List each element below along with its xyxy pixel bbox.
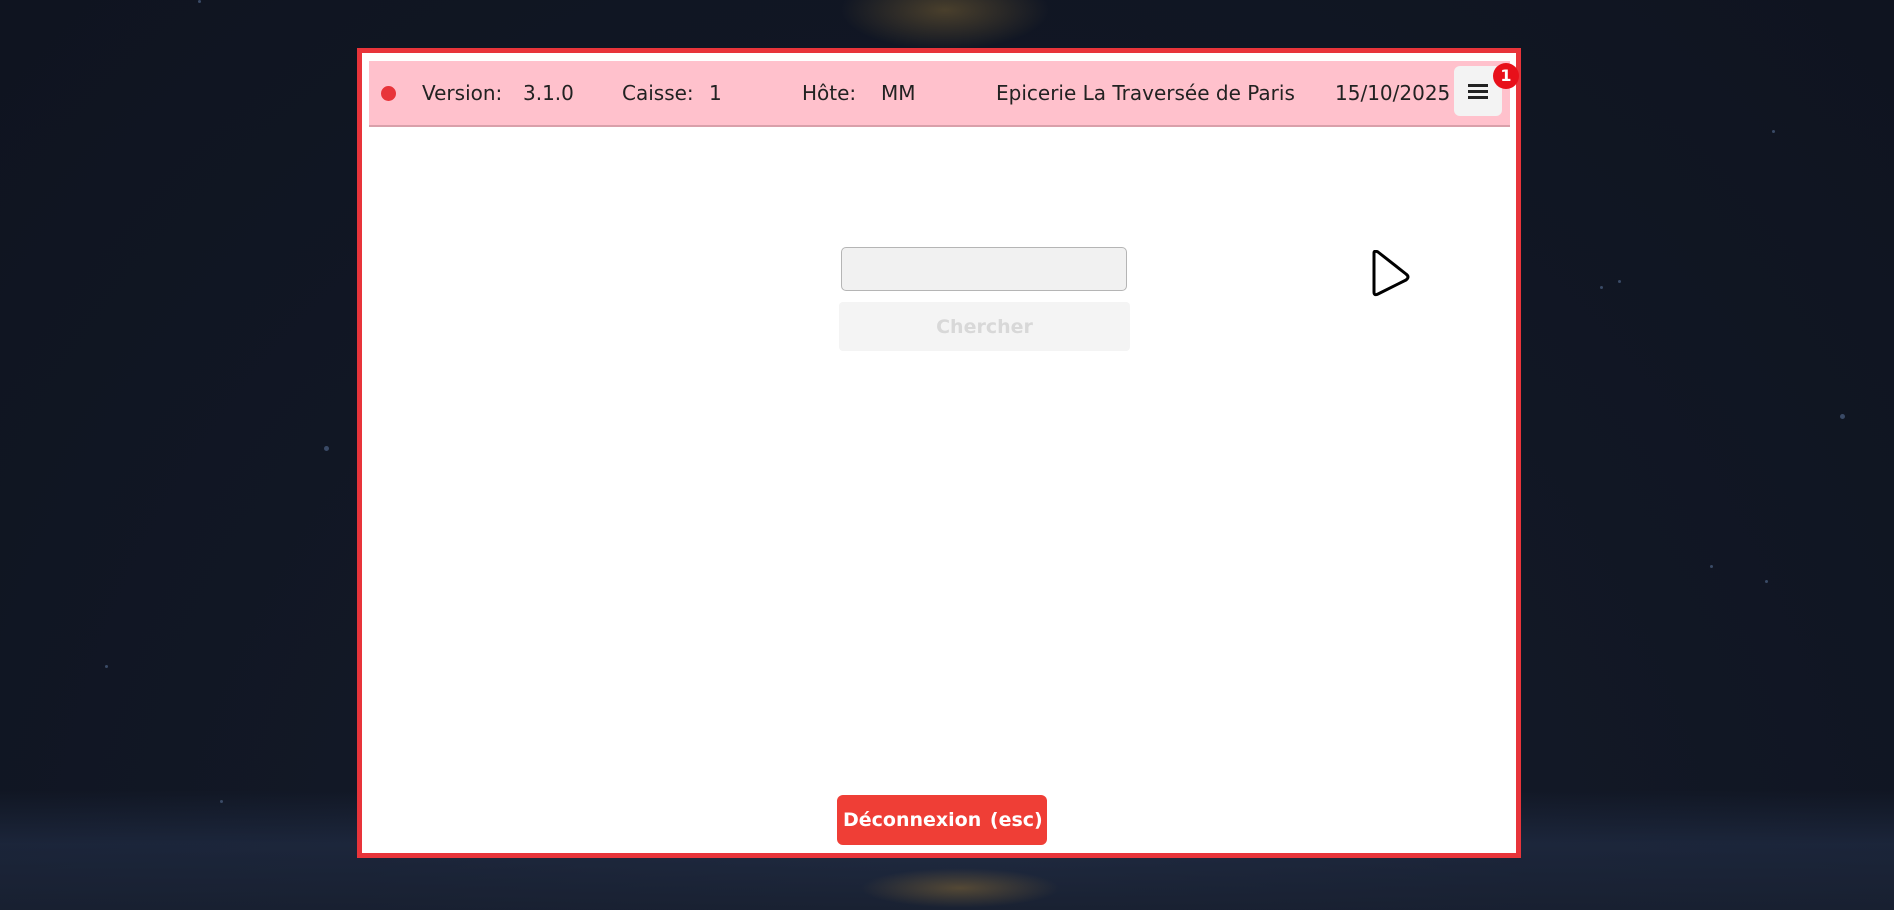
star [324, 446, 329, 451]
register-label: Caisse: [622, 81, 694, 105]
search-button[interactable]: Chercher [839, 302, 1130, 351]
logout-label: Déconnexion [843, 809, 982, 831]
star [1772, 130, 1775, 133]
star [220, 800, 223, 803]
background-glow [840, 0, 1050, 50]
app-window: Version: 3.1.0 Caisse: 1 Hôte: MM Epicer… [357, 48, 1521, 858]
store-name: Epicerie La Traversée de Paris [996, 81, 1295, 105]
logout-button[interactable]: Déconnexion (esc) [837, 795, 1047, 845]
star [1600, 286, 1603, 289]
background-reflection [860, 868, 1060, 908]
star [198, 0, 201, 3]
star [1840, 414, 1845, 419]
status-indicator-icon [381, 86, 396, 101]
host-label: Hôte: [802, 81, 857, 105]
register-value: 1 [709, 81, 722, 105]
host-value: MM [881, 81, 916, 105]
version-value: 3.1.0 [523, 81, 574, 105]
mouse-cursor-icon [1372, 250, 1410, 297]
version-label: Version: [422, 81, 503, 105]
star [105, 665, 108, 668]
header-bar: Version: 3.1.0 Caisse: 1 Hôte: MM Epicer… [369, 61, 1519, 127]
star [1618, 280, 1621, 283]
star [1765, 580, 1768, 583]
notification-badge: 1 [1493, 63, 1519, 89]
client-search-input[interactable] [841, 247, 1127, 291]
logout-shortcut: (esc) [989, 809, 1043, 831]
date-display: 15/10/2025 [1335, 81, 1451, 105]
star [1710, 565, 1713, 568]
